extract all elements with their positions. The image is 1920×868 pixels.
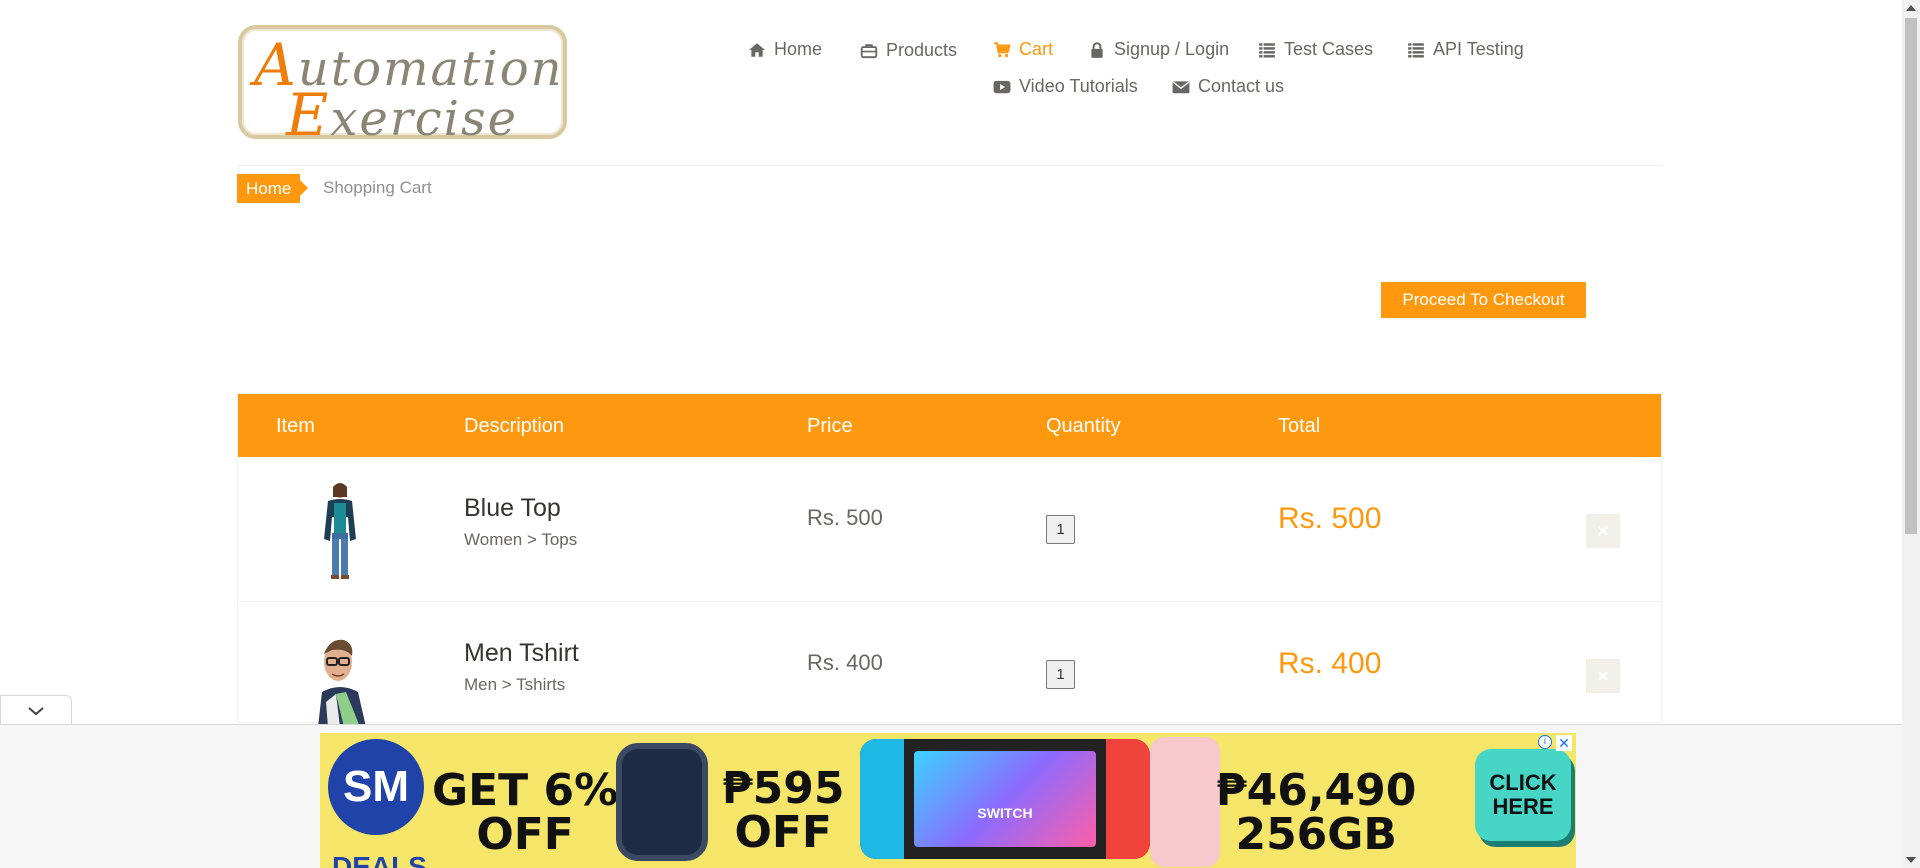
ad-offer-2-line-1: ₱595 bbox=[722, 763, 845, 814]
header-description: Description bbox=[464, 415, 565, 437]
home-icon bbox=[749, 42, 765, 57]
left-controller bbox=[860, 739, 904, 859]
ad-offer-3-line-1: ₱46,490 bbox=[1216, 765, 1417, 816]
line-total: Rs. 500 bbox=[1278, 502, 1382, 535]
nav-products[interactable]: Products bbox=[860, 40, 957, 61]
woman-model-image bbox=[324, 483, 356, 579]
ad-brand-logo: SM bbox=[328, 739, 424, 835]
close-icon bbox=[1598, 526, 1608, 536]
scroll-up-arrow-icon[interactable] bbox=[1906, 5, 1916, 11]
ad-offer-3-line-2: 256GB bbox=[1235, 809, 1397, 860]
product-category: Men > Tshirts bbox=[464, 675, 566, 694]
ad-offer-3: ₱46,490 256GB bbox=[1216, 769, 1416, 857]
nav-test-cases-label: Test Cases bbox=[1284, 39, 1374, 59]
nav-products-label: Products bbox=[886, 40, 958, 60]
nav-video-tutorials-label: Video Tutorials bbox=[1019, 76, 1138, 96]
nav-home-label: Home bbox=[774, 39, 823, 59]
ad-info-icon[interactable]: i bbox=[1538, 735, 1552, 749]
game-console-image: SWITCH bbox=[860, 739, 1150, 859]
delete-item-button[interactable] bbox=[1586, 514, 1620, 548]
scroll-down-arrow-icon[interactable] bbox=[1906, 857, 1916, 863]
cart-table: Item Description Price Quantity Total Bl… bbox=[237, 393, 1662, 747]
list-icon bbox=[1408, 42, 1424, 58]
ad-offer-2: ₱595 OFF bbox=[722, 767, 844, 855]
ad-offer-2-line-2: OFF bbox=[734, 807, 832, 858]
product-image-blue-top[interactable] bbox=[300, 477, 380, 582]
nav-cart[interactable]: Cart bbox=[993, 39, 1053, 60]
product-image-men-tshirt[interactable] bbox=[300, 622, 380, 727]
scrollbar-thumb[interactable] bbox=[1905, 18, 1917, 534]
ad-offer-1: GET 6% OFF bbox=[432, 769, 618, 857]
ad-deals-text: DEALS bbox=[332, 851, 427, 868]
console-label: SWITCH bbox=[977, 805, 1033, 821]
product-name[interactable]: Men Tshirt bbox=[464, 639, 579, 668]
line-total: Rs. 400 bbox=[1278, 647, 1382, 680]
proceed-to-checkout-button[interactable]: Proceed To Checkout bbox=[1381, 282, 1586, 318]
delete-item-button[interactable] bbox=[1586, 659, 1620, 693]
smartwatch-image bbox=[616, 743, 708, 861]
ad-cta-line-2: HERE bbox=[1492, 794, 1554, 819]
nav-test-cases[interactable]: Test Cases bbox=[1258, 39, 1373, 60]
banner-ad[interactable]: SM DEALS GET 6% OFF ₱595 OFF SWITCH ₱46,… bbox=[320, 733, 1576, 868]
ad-close-icon[interactable]: ✕ bbox=[1556, 735, 1572, 751]
breadcrumb-current: Shopping Cart bbox=[323, 178, 432, 197]
page-scrollbar[interactable] bbox=[1902, 0, 1920, 868]
nav-api-testing-label: API Testing bbox=[1433, 39, 1524, 59]
ad-offer-1-line-2: OFF bbox=[476, 809, 574, 860]
youtube-play-icon bbox=[993, 80, 1011, 93]
nav-cart-label: Cart bbox=[1019, 39, 1054, 59]
lock-icon bbox=[1091, 41, 1103, 58]
list-icon bbox=[1259, 42, 1275, 58]
ad-collapse-toggle[interactable] bbox=[0, 695, 72, 725]
right-controller bbox=[1106, 739, 1150, 859]
nav-signup-login-label: Signup / Login bbox=[1114, 39, 1230, 59]
cart-table-header: Item Description Price Quantity Total bbox=[238, 394, 1661, 457]
man-model-image bbox=[318, 639, 366, 727]
site-logo[interactable]: Automation Exercise bbox=[238, 25, 567, 149]
header-total: Total bbox=[1278, 415, 1321, 437]
product-name[interactable]: Blue Top bbox=[464, 494, 561, 523]
smartphone-image bbox=[1150, 737, 1220, 867]
envelope-icon bbox=[1172, 80, 1190, 93]
quantity-box: 1 bbox=[1046, 660, 1075, 689]
nav-api-testing[interactable]: API Testing bbox=[1407, 39, 1524, 60]
ad-cta-line-1: CLICK bbox=[1489, 769, 1557, 795]
ad-click-here-button[interactable]: CLICK HERE bbox=[1475, 749, 1571, 841]
breadcrumb-home[interactable]: Home bbox=[237, 174, 309, 203]
nav-home[interactable]: Home bbox=[748, 39, 822, 60]
cart-row: Blue Top Women > Tops Rs. 500 1 Rs. 500 bbox=[238, 457, 1661, 602]
logo-line-2: Exercise bbox=[286, 81, 519, 149]
header-item: Item bbox=[276, 415, 315, 437]
nav-video-tutorials[interactable]: Video Tutorials bbox=[993, 76, 1138, 97]
briefcase-icon bbox=[860, 43, 878, 58]
console-screen: SWITCH bbox=[914, 751, 1096, 847]
quantity-box: 1 bbox=[1046, 515, 1075, 544]
product-category: Women > Tops bbox=[464, 530, 578, 549]
shopping-cart-icon bbox=[994, 41, 1011, 57]
product-price: Rs. 500 bbox=[807, 505, 883, 530]
header-divider bbox=[238, 165, 1662, 166]
header-price: Price bbox=[807, 415, 853, 437]
chevron-down-icon bbox=[28, 706, 44, 715]
ad-offer-1-line-1: GET 6% bbox=[432, 765, 619, 816]
product-price: Rs. 400 bbox=[807, 650, 883, 675]
header-quantity: Quantity bbox=[1046, 415, 1121, 437]
close-icon bbox=[1598, 671, 1608, 681]
nav-contact-us-label: Contact us bbox=[1198, 76, 1285, 96]
nav-contact-us[interactable]: Contact us bbox=[1172, 76, 1284, 97]
nav-signup-login[interactable]: Signup / Login bbox=[1088, 39, 1229, 60]
